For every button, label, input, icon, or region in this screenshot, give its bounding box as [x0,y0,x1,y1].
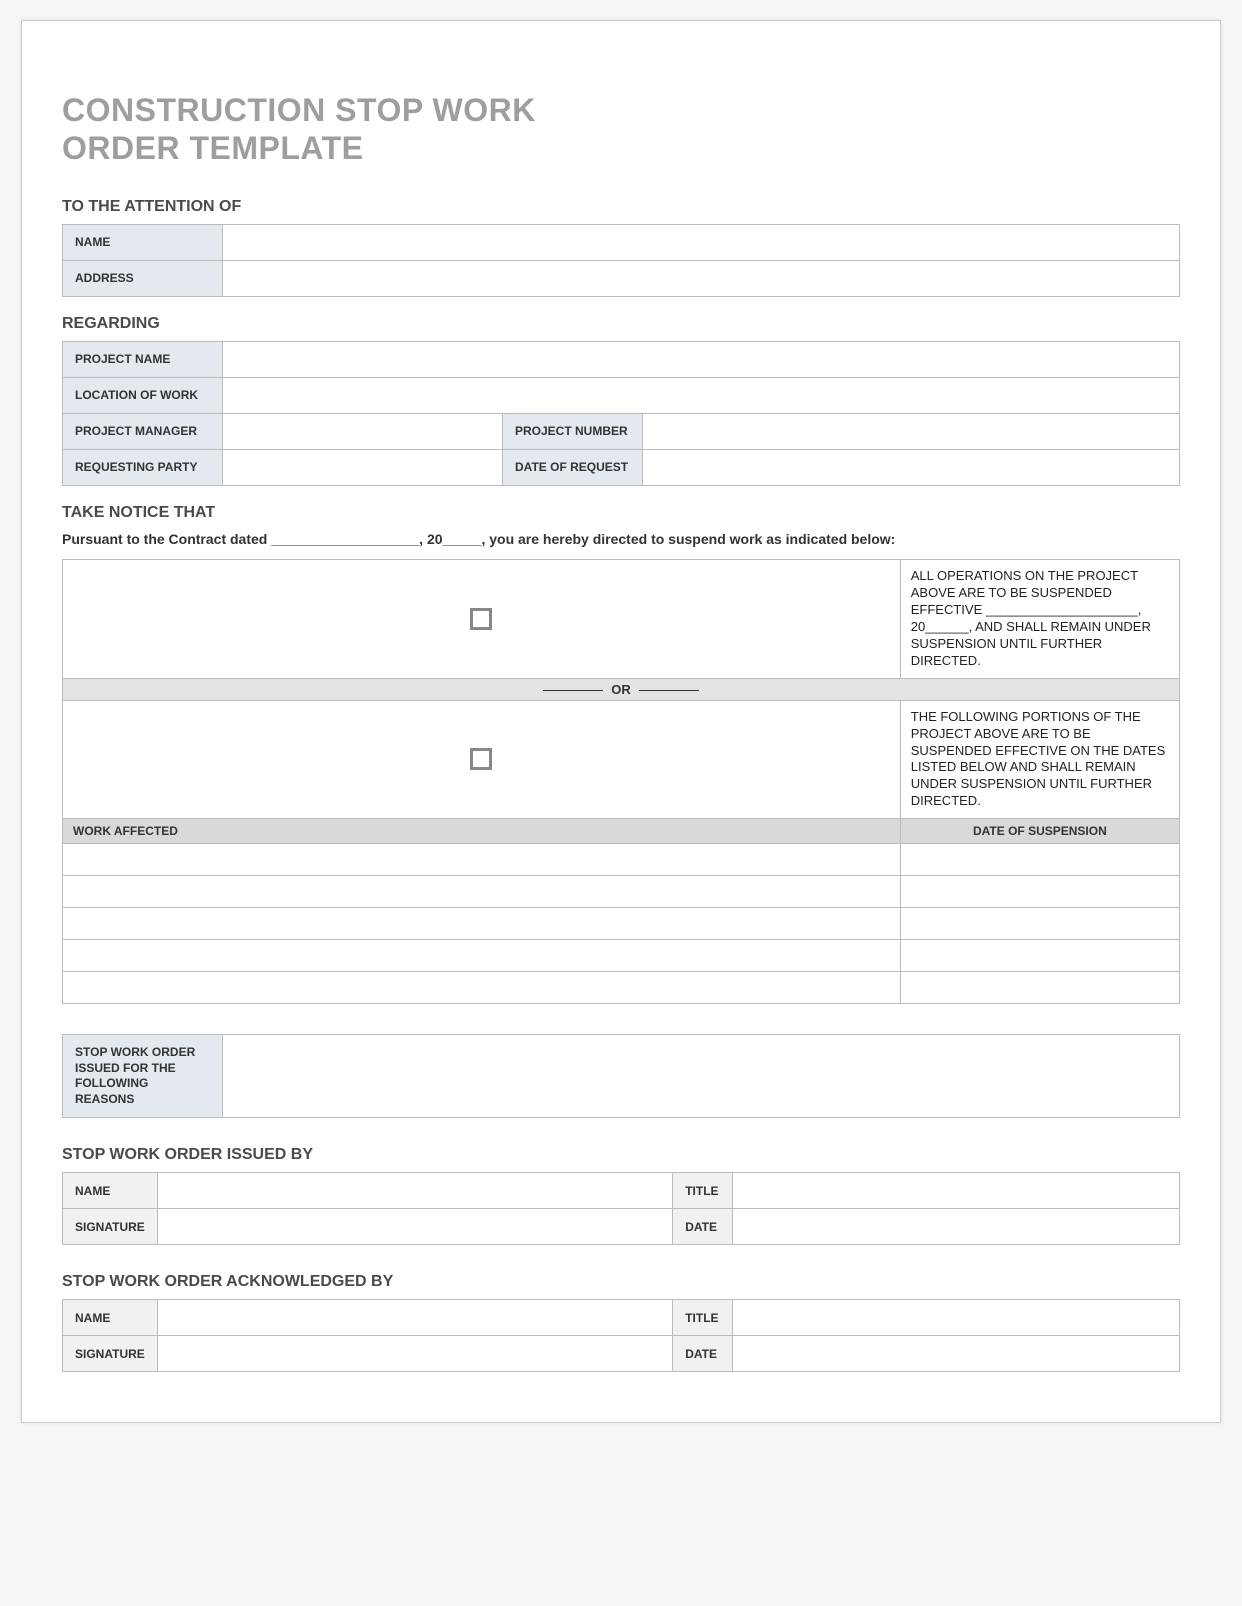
issued-date-label: DATE [673,1209,733,1245]
date-row[interactable] [900,940,1179,972]
acknowledged-by-table: NAME TITLE SIGNATURE DATE [62,1299,1180,1372]
attention-table: NAME ADDRESS [62,224,1180,297]
date-row[interactable] [900,908,1179,940]
reasons-label: STOP WORK ORDER ISSUED FOR THE FOLLOWING… [63,1035,223,1118]
issued-name-value[interactable] [157,1173,672,1209]
issued-signature-value[interactable] [157,1209,672,1245]
notice-intro-text: Pursuant to the Contract dated _________… [62,530,1180,550]
option1-checkbox-cell[interactable] [63,560,901,678]
regarding-heading: REGARDING [62,315,1180,333]
work-row[interactable] [63,844,901,876]
work-row[interactable] [63,876,901,908]
checkbox-icon [470,608,492,630]
title-line-2: ORDER TEMPLATE [62,130,364,166]
project-name-label: PROJECT NAME [63,341,223,377]
issued-signature-label: SIGNATURE [63,1209,158,1245]
or-text: OR [611,682,631,697]
date-row[interactable] [900,972,1179,1004]
attention-name-label: NAME [63,224,223,260]
date-row[interactable] [900,844,1179,876]
acknowledged-by-heading: STOP WORK ORDER ACKNOWLEDGED BY [62,1273,1180,1291]
ack-date-value[interactable] [733,1336,1180,1372]
date-request-label: DATE OF REQUEST [503,449,643,485]
attention-address-value[interactable] [223,260,1180,296]
manager-label: PROJECT MANAGER [63,413,223,449]
location-label: LOCATION OF WORK [63,377,223,413]
project-number-value[interactable] [643,413,1180,449]
issued-date-value[interactable] [733,1209,1180,1245]
notice-table: ALL OPERATIONS ON THE PROJECT ABOVE ARE … [62,559,1180,1004]
ack-name-value[interactable] [157,1300,672,1336]
manager-value[interactable] [223,413,503,449]
notice-heading: TAKE NOTICE THAT [62,504,1180,522]
option2-checkbox-cell[interactable] [63,700,901,818]
issued-title-label: TITLE [673,1173,733,1209]
work-row[interactable] [63,972,901,1004]
project-name-value[interactable] [223,341,1180,377]
work-row[interactable] [63,940,901,972]
ack-date-label: DATE [673,1336,733,1372]
attention-address-label: ADDRESS [63,260,223,296]
checkbox-icon [470,748,492,770]
reasons-value[interactable] [223,1035,1180,1118]
option1-text: ALL OPERATIONS ON THE PROJECT ABOVE ARE … [900,560,1179,678]
requesting-party-value[interactable] [223,449,503,485]
document-title: CONSTRUCTION STOP WORK ORDER TEMPLATE [62,91,1180,168]
issued-by-table: NAME TITLE SIGNATURE DATE [62,1172,1180,1245]
requesting-party-label: REQUESTING PARTY [63,449,223,485]
issued-by-heading: STOP WORK ORDER ISSUED BY [62,1146,1180,1164]
ack-title-label: TITLE [673,1300,733,1336]
date-request-value[interactable] [643,449,1180,485]
location-value[interactable] [223,377,1180,413]
attention-name-value[interactable] [223,224,1180,260]
issued-title-value[interactable] [733,1173,1180,1209]
ack-title-value[interactable] [733,1300,1180,1336]
date-row[interactable] [900,876,1179,908]
date-suspension-header: DATE OF SUSPENSION [900,819,1179,844]
or-divider: OR [63,678,1180,700]
project-number-label: PROJECT NUMBER [503,413,643,449]
reasons-table: STOP WORK ORDER ISSUED FOR THE FOLLOWING… [62,1034,1180,1118]
work-affected-header: WORK AFFECTED [63,819,901,844]
regarding-table: PROJECT NAME LOCATION OF WORK PROJECT MA… [62,341,1180,486]
ack-signature-label: SIGNATURE [63,1336,158,1372]
ack-signature-value[interactable] [157,1336,672,1372]
attention-heading: TO THE ATTENTION OF [62,198,1180,216]
issued-name-label: NAME [63,1173,158,1209]
ack-name-label: NAME [63,1300,158,1336]
document-page: CONSTRUCTION STOP WORK ORDER TEMPLATE TO… [21,20,1221,1423]
work-row[interactable] [63,908,901,940]
option2-text: THE FOLLOWING PORTIONS OF THE PROJECT AB… [900,700,1179,818]
title-line-1: CONSTRUCTION STOP WORK [62,92,536,128]
